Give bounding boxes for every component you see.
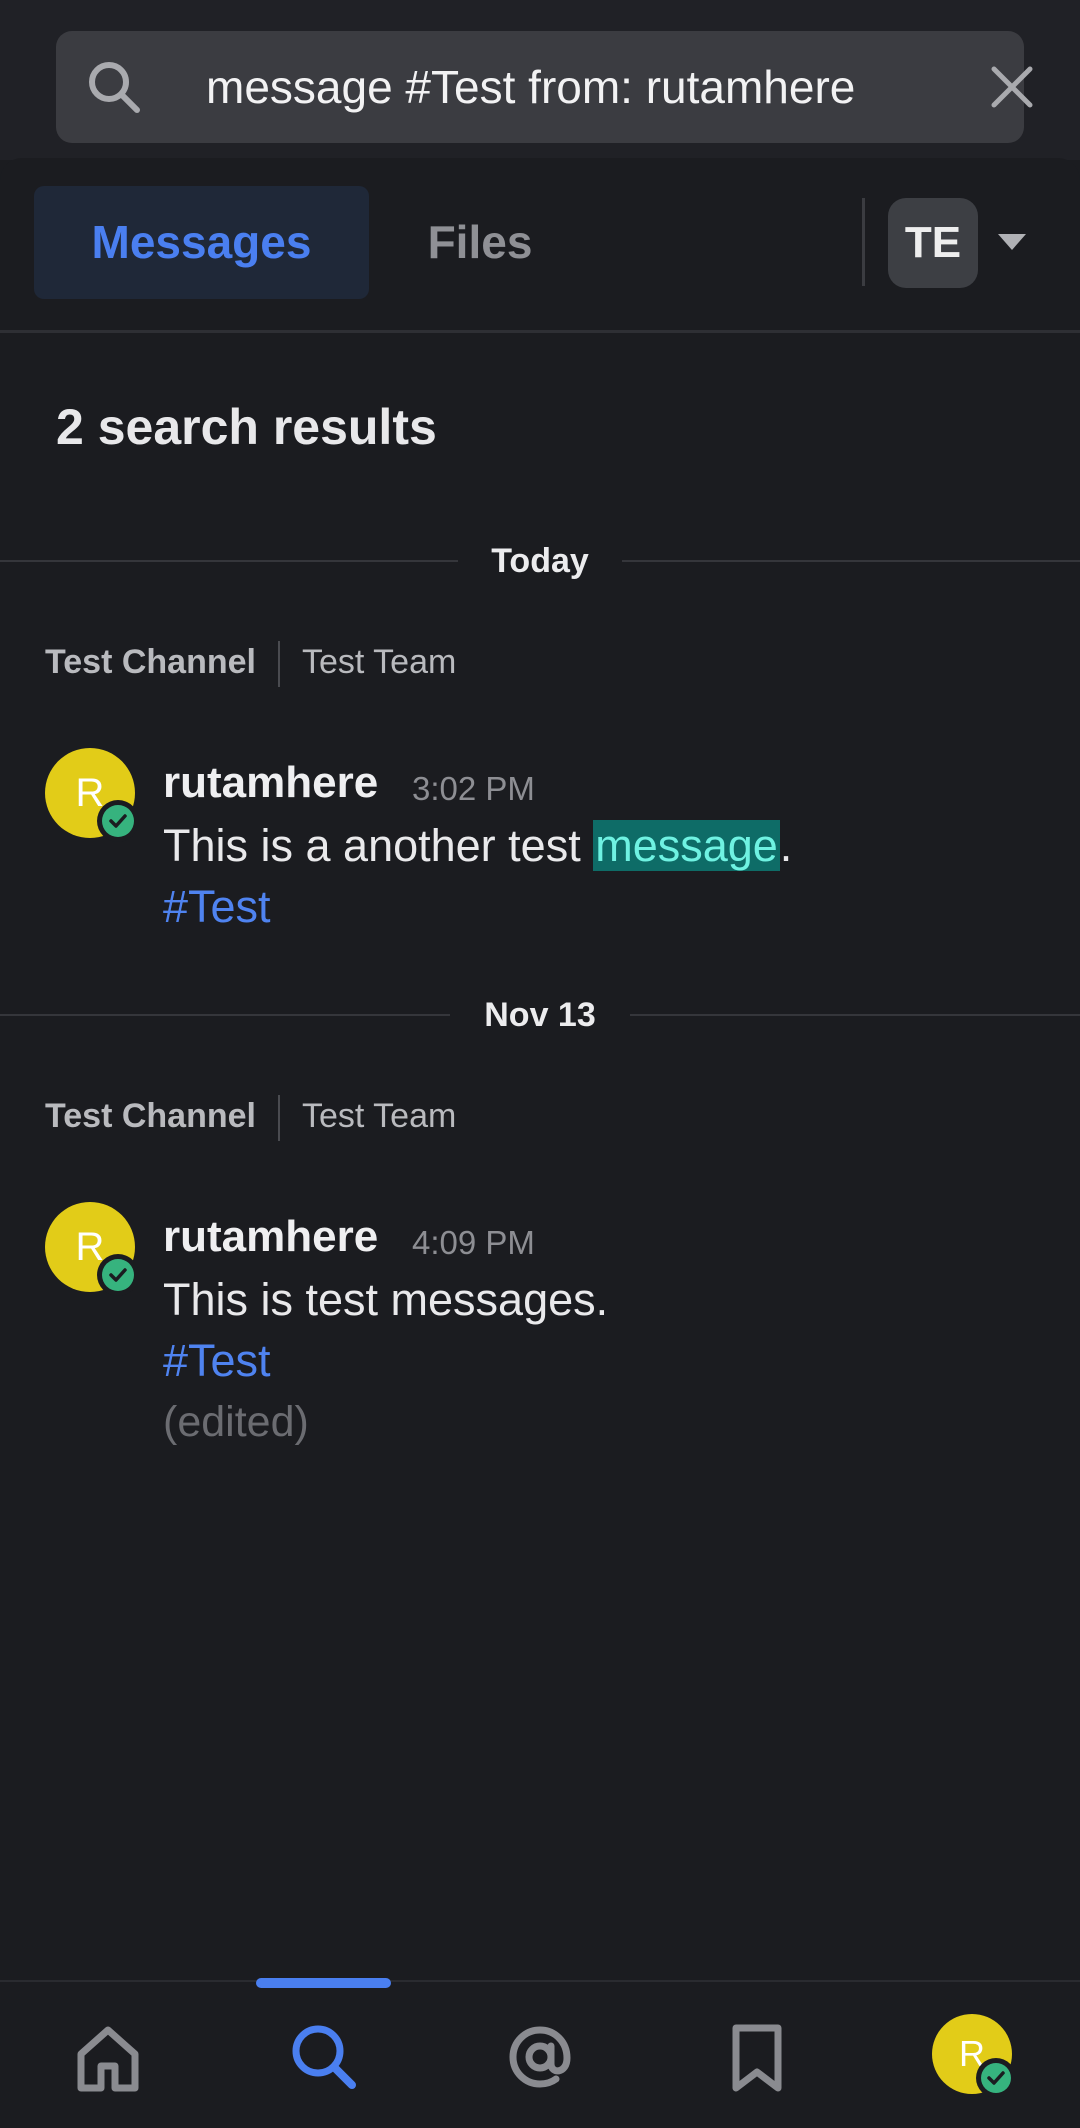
search-input[interactable]: message #Test from: rutamhere xyxy=(56,31,1033,143)
team-selector[interactable]: TE xyxy=(888,198,978,288)
home-icon[interactable] xyxy=(53,2002,163,2112)
post-message: This is a another test message. xyxy=(163,820,793,871)
tabs-divider xyxy=(862,198,865,286)
team-name: Test Team xyxy=(301,1097,457,1135)
hashtag-link[interactable]: #Test xyxy=(163,881,271,933)
channel-name[interactable]: Test Channel xyxy=(45,1097,256,1135)
results-tabs: Messages Files TE xyxy=(0,158,1080,333)
results-count: 2 search results xyxy=(56,399,437,455)
post-author[interactable]: rutamhere xyxy=(163,1212,378,1262)
channel-name[interactable]: Test Channel xyxy=(45,643,256,681)
mentions-icon[interactable] xyxy=(485,2002,595,2112)
hashtag-link[interactable]: #Test xyxy=(163,1335,271,1387)
online-status-icon xyxy=(976,2058,1016,2098)
post-author[interactable]: rutamhere xyxy=(163,758,378,808)
active-tab-indicator xyxy=(256,1978,391,1988)
post-time: 3:02 PM xyxy=(412,770,535,807)
team-name: Test Team xyxy=(301,643,457,681)
post-message: This is test messages. xyxy=(163,1274,609,1325)
tab-messages[interactable]: Messages xyxy=(34,186,369,299)
date-label: Today xyxy=(459,542,621,580)
bottom-navigation: R xyxy=(0,1978,1080,2128)
search-icon[interactable] xyxy=(268,2002,378,2112)
date-separator: Nov 13 xyxy=(0,985,1080,1045)
date-label: Nov 13 xyxy=(452,996,628,1034)
search-query-text[interactable]: message #Test from: rutamhere xyxy=(206,31,855,143)
post-time: 4:09 PM xyxy=(412,1224,535,1261)
tab-files[interactable]: Files xyxy=(400,186,560,299)
search-results-panel: Messages Files TE 2 search results Today… xyxy=(0,158,1080,1978)
channel-info[interactable]: Test Channel Test Team xyxy=(45,1091,457,1142)
search-icon[interactable] xyxy=(86,59,142,115)
date-separator: Today xyxy=(0,531,1080,591)
online-status-icon xyxy=(97,800,139,842)
search-header: message #Test from: rutamhere xyxy=(0,0,1080,160)
chevron-down-icon[interactable] xyxy=(996,232,1028,252)
search-result-post[interactable]: R rutamhere 3:02 PM This is a another te… xyxy=(0,748,1080,932)
close-icon[interactable] xyxy=(988,63,1036,111)
search-result-post[interactable]: R rutamhere 4:09 PM This is test message… xyxy=(0,1202,1080,1446)
channel-info[interactable]: Test Channel Test Team xyxy=(45,637,457,688)
edited-indicator: (edited) xyxy=(163,1398,309,1446)
saved-icon[interactable] xyxy=(702,2002,812,2112)
online-status-icon xyxy=(97,1254,139,1296)
search-highlight: message xyxy=(593,820,780,871)
